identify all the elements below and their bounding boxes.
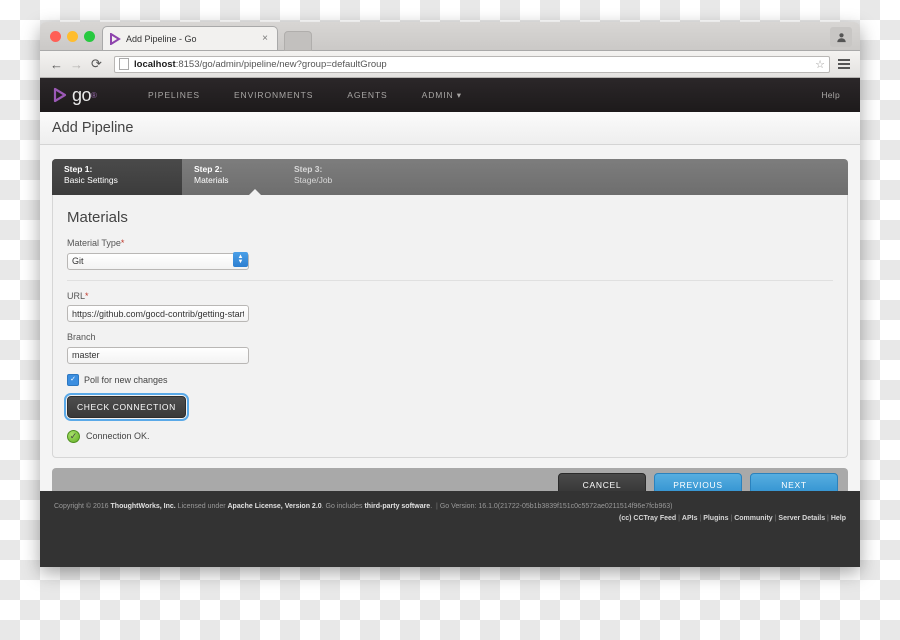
material-type-field: Material Type* Git ▲ ▼ (67, 238, 833, 270)
connection-status-text: Connection OK. (86, 431, 150, 441)
wizard-step-3-number: Step 3: (294, 164, 323, 174)
go-play-icon (53, 87, 67, 103)
wizard-step-2[interactable]: Step 2: Materials (182, 159, 282, 195)
nav-item-admin[interactable]: ADMIN ▾ (405, 78, 479, 112)
go-play-icon (110, 32, 121, 45)
material-type-label: Material Type* (67, 238, 833, 248)
page-info-icon (119, 58, 129, 70)
browser-toolbar: ← → ⟳ localhost:8153/go/admin/pipeline/n… (40, 51, 860, 78)
wizard-step-1[interactable]: Step 1: Basic Settings (52, 159, 182, 195)
gocd-logo-text: go (72, 84, 92, 105)
divider (67, 279, 833, 281)
app-footer: Copyright © 2016 ThoughtWorks, Inc. Lice… (40, 491, 860, 567)
close-window-button[interactable] (50, 31, 61, 42)
includes-suffix: . (430, 503, 433, 510)
back-button[interactable]: ← (48, 56, 65, 73)
url-text: localhost:8153/go/admin/pipeline/new?gro… (134, 59, 387, 70)
check-icon: ✓ (70, 376, 76, 383)
poll-checkbox[interactable]: ✓ (67, 373, 79, 386)
poll-for-changes-row[interactable]: ✓ Poll for new changes (67, 373, 833, 386)
success-check-icon: ✓ (67, 429, 80, 443)
browser-window: Add Pipeline - Go × ← → ⟳ localhost:8153… (40, 22, 860, 567)
footer-link-plugins[interactable]: Plugins (703, 515, 728, 522)
browser-tabstrip: Add Pipeline - Go × (40, 22, 860, 51)
nav-item-environments[interactable]: ENVIRONMENTS (217, 78, 330, 112)
close-tab-icon[interactable]: × (259, 33, 271, 44)
active-step-pointer-icon (248, 189, 262, 196)
material-type-label-text: Material Type (67, 238, 121, 248)
footer-link-apis[interactable]: APIs (682, 515, 698, 522)
url-input[interactable] (67, 305, 249, 322)
forward-button[interactable]: → (68, 56, 85, 73)
reload-button[interactable]: ⟳ (88, 56, 105, 73)
includes-prefix: . Go includes (321, 503, 365, 510)
gocd-main-nav: go ® PIPELINES ENVIRONMENTS AGENTS ADMIN … (40, 78, 860, 112)
poll-checkbox-label: Poll for new changes (84, 374, 168, 385)
window-controls (50, 31, 95, 42)
minimize-window-button[interactable] (67, 31, 78, 42)
footer-link-help[interactable]: Help (831, 515, 846, 522)
required-marker: * (85, 290, 89, 301)
bookmark-star-icon[interactable]: ☆ (815, 58, 825, 71)
footer-copyright: Copyright © 2016 ThoughtWorks, Inc. Lice… (54, 501, 846, 512)
url-label: URL* (67, 291, 833, 301)
material-type-select[interactable]: Git (67, 252, 249, 270)
wizard-step-2-label: Materials (194, 175, 229, 185)
company-name: ThoughtWorks, Inc. (110, 503, 176, 510)
wizard-step-1-label: Basic Settings (64, 175, 118, 185)
footer-link-cctray[interactable]: (cc) CCTray Feed (619, 515, 676, 522)
url-host: localhost (134, 58, 176, 70)
materials-panel: Materials Material Type* Git ▲ ▼ URL* ht… (52, 195, 848, 458)
required-marker: * (120, 238, 125, 248)
branch-input[interactable] (67, 346, 249, 364)
logo-trademark-icon: ® (91, 90, 97, 100)
gocd-app: go ® PIPELINES ENVIRONMENTS AGENTS ADMIN … (40, 78, 860, 567)
gocd-logo[interactable]: go ® (48, 85, 97, 106)
browser-tab[interactable]: Add Pipeline - Go × (102, 26, 278, 50)
browser-menu-icon[interactable] (836, 59, 852, 69)
check-connection-button[interactable]: CHECK CONNECTION (64, 392, 189, 421)
page-title: Add Pipeline (52, 120, 134, 136)
copyright-prefix: Copyright © 2016 (54, 503, 111, 510)
maximize-window-button[interactable] (84, 31, 95, 42)
license-prefix: Licensed under (175, 503, 228, 510)
url-label-text: URL (67, 290, 86, 301)
person-icon (836, 32, 846, 42)
nav-item-pipelines[interactable]: PIPELINES (131, 78, 217, 112)
wizard-step-3[interactable]: Step 3: Stage/Job (282, 159, 402, 195)
footer-links: (cc) CCTray Feed | APIs | Plugins | Comm… (54, 513, 846, 524)
panel-title: Materials (67, 209, 128, 226)
footer-link-community[interactable]: Community (734, 515, 773, 522)
tab-title: Add Pipeline - Go (126, 33, 197, 44)
wizard-content: Step 1: Basic Settings Step 2: Materials… (40, 145, 860, 458)
branch-field: Branch (67, 332, 833, 364)
wizard-step-3-label: Stage/Job (294, 175, 333, 185)
page-header: Add Pipeline (40, 112, 860, 145)
third-party-link[interactable]: third-party software (364, 503, 430, 510)
profile-avatar-icon[interactable] (830, 27, 852, 47)
nav-item-help[interactable]: Help (821, 90, 852, 100)
nav-item-agents[interactable]: AGENTS (330, 78, 404, 112)
go-version-label: Go Version: 16.1.0(21722-05b1b3839f151c0… (439, 503, 673, 510)
license-link[interactable]: Apache License, Version 2.0 (228, 503, 322, 510)
new-tab-button[interactable] (284, 31, 312, 51)
wizard-steps: Step 1: Basic Settings Step 2: Materials… (52, 159, 848, 196)
wizard-step-2-number: Step 2: (194, 164, 223, 174)
url-field: URL* (67, 291, 833, 322)
select-stepper-icon[interactable]: ▲ ▼ (233, 252, 248, 267)
footer-link-server-details[interactable]: Server Details (778, 515, 825, 522)
connection-status: ✓ Connection OK. (67, 429, 833, 443)
branch-label: Branch (67, 332, 96, 342)
address-bar[interactable]: localhost:8153/go/admin/pipeline/new?gro… (114, 55, 830, 73)
url-path: :8153/go/admin/pipeline/new?group=defaul… (175, 58, 387, 70)
wizard-step-1-number: Step 1: (64, 164, 93, 174)
success-glyph: ✓ (69, 430, 78, 441)
